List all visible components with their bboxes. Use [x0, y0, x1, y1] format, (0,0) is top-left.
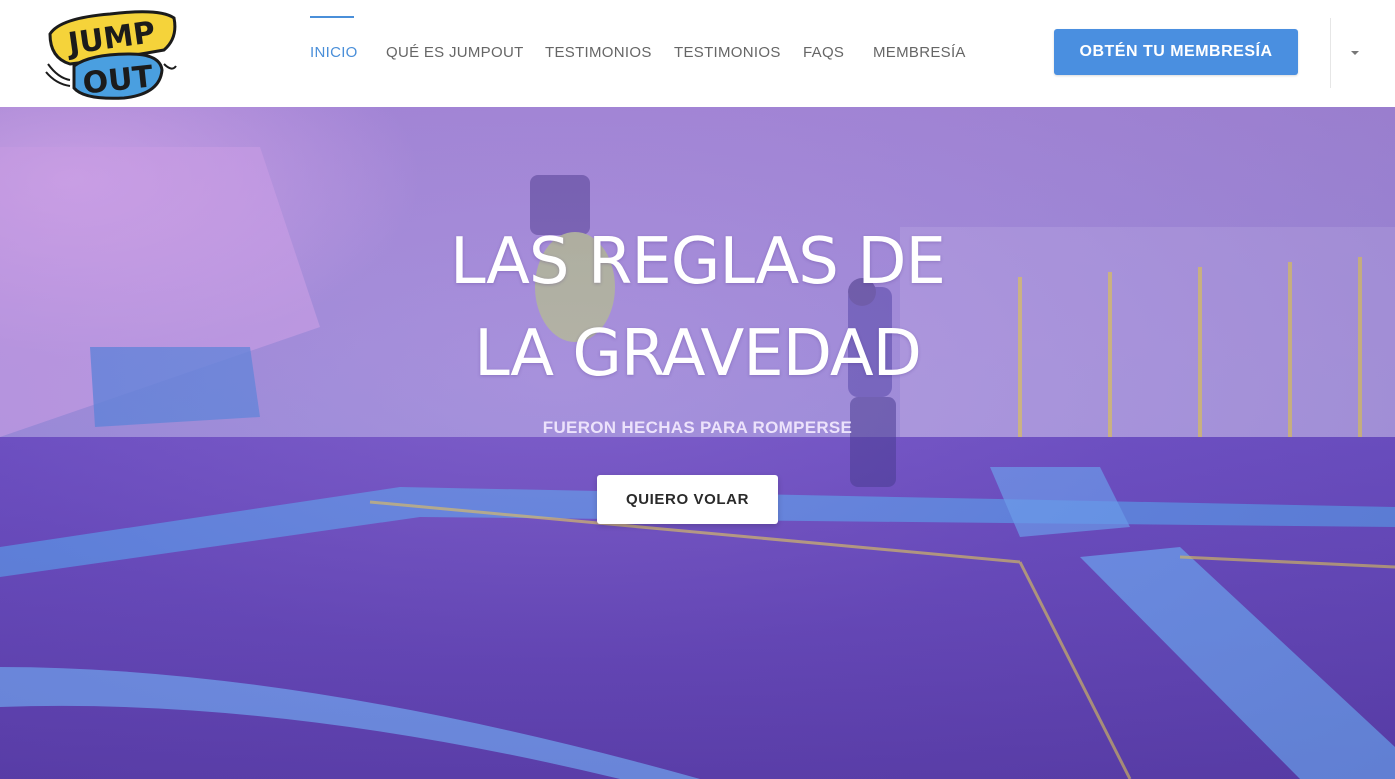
get-membership-button[interactable]: OBTÉN TU MEMBRESÍA	[1054, 29, 1298, 75]
nav-que-es-jumpout[interactable]: QUÉ ES JUMPOUT	[386, 44, 524, 61]
header-divider	[1330, 18, 1331, 88]
jumpout-logo[interactable]: JUMP OUT	[40, 4, 180, 102]
site-header: JUMP OUT INICIO QUÉ ES JUMPOUT TESTIMONI…	[0, 0, 1395, 107]
hero-title-line2: LA GRAVEDAD	[474, 317, 922, 391]
active-nav-indicator	[310, 16, 354, 18]
nav-faqs[interactable]: FAQS	[803, 44, 844, 61]
hero-overlay	[0, 107, 1395, 779]
nav-testimonios-1[interactable]: TESTIMONIOS	[545, 44, 652, 61]
hero-section: LAS REGLAS DE LA GRAVEDAD FUERON HECHAS …	[0, 107, 1395, 779]
logo-text-out: OUT	[81, 59, 155, 101]
hero-title-line1: LAS REGLAS DE	[450, 225, 946, 299]
nav-testimonios-2[interactable]: TESTIMONIOS	[674, 44, 781, 61]
nav-membresia[interactable]: MEMBRESÍA	[873, 44, 966, 61]
caret-down-icon	[1351, 51, 1359, 55]
dropdown-toggle[interactable]	[1346, 47, 1364, 59]
logo-graphic: JUMP OUT	[45, 10, 177, 102]
quiero-volar-button[interactable]: QUIERO VOLAR	[597, 475, 778, 524]
nav-inicio[interactable]: INICIO	[310, 44, 358, 61]
hero-subtitle: FUERON HECHAS PARA ROMPERSE	[542, 418, 853, 437]
